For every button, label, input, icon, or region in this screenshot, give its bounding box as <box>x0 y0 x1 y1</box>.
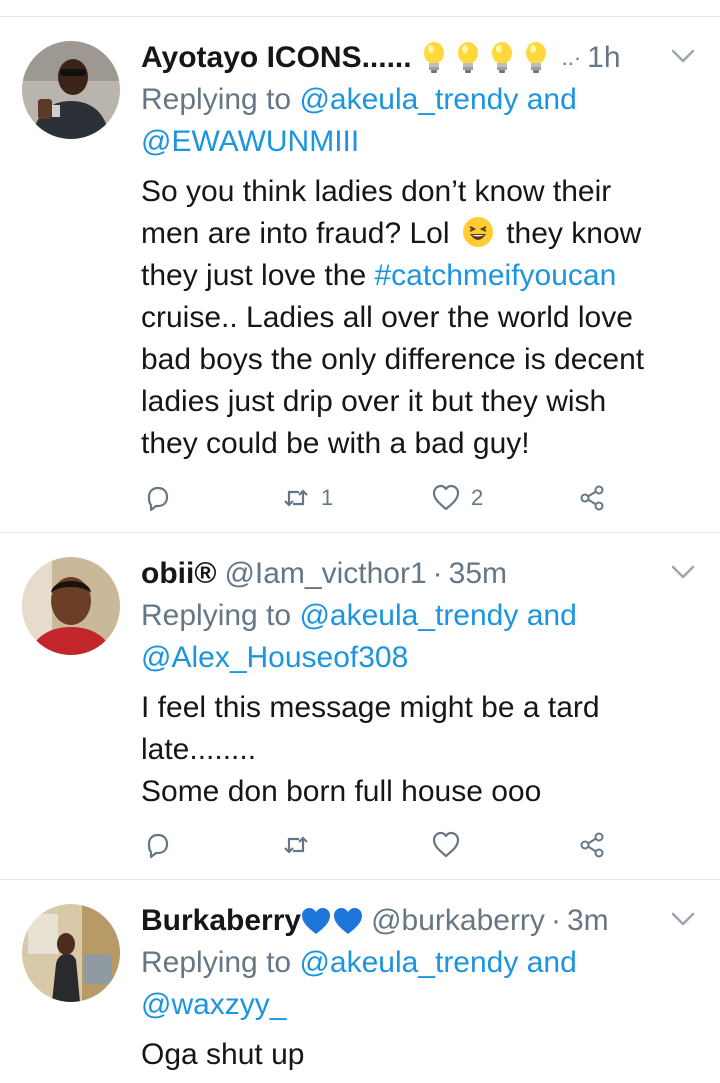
like-button[interactable] <box>431 825 461 865</box>
lightbulb-emoji-group <box>412 41 548 75</box>
timestamp[interactable]: 1h <box>587 38 620 78</box>
like-button[interactable]: 2 <box>431 478 483 518</box>
retweet-icon <box>284 836 308 854</box>
reply-user-link[interactable]: @waxzyy_ <box>141 988 287 1021</box>
tweet[interactable]: obii® @Iam_victhor1 · 35m Replying to @a… <box>0 533 720 880</box>
reply-prefix: Replying to <box>141 83 292 116</box>
text-fragment: they just love the <box>141 259 367 292</box>
avatar[interactable] <box>22 41 120 139</box>
reply-and-link[interactable]: and <box>527 83 577 116</box>
reply-and-link[interactable]: and <box>527 599 577 632</box>
reply-context: Replying to @akeula_trendy and @Alex_Hou… <box>141 595 690 679</box>
text-line: cruise.. Ladies all over the world love <box>141 301 633 334</box>
text-line: Some don born full house ooo <box>141 775 542 808</box>
text-line: they just love the #catchmeifyoucan <box>141 255 690 297</box>
share-icon <box>580 485 604 511</box>
text-line: ladies just drip over it but they wish <box>141 385 607 418</box>
share-button[interactable] <box>577 825 607 865</box>
text-line: men are into fraud? Lol they know <box>141 213 690 255</box>
like-icon <box>432 484 460 511</box>
lightbulb-emoji <box>525 42 546 73</box>
text-line: bad boys the only difference is decent <box>141 343 645 376</box>
reply-prefix: Replying to <box>141 599 292 632</box>
text-fragment: men are into fraud? Lol <box>141 217 450 250</box>
lightbulb-emoji <box>491 42 512 73</box>
chevron-down-icon[interactable] <box>670 47 696 65</box>
reply-button[interactable] <box>143 478 173 518</box>
separator-dot: · <box>432 557 443 590</box>
text-line: late........ <box>141 733 257 766</box>
text-line: Oga shut up <box>141 1038 305 1071</box>
separator-dot: · <box>550 904 561 937</box>
tweet-text: Oga shut up <box>141 1034 690 1076</box>
timestamp[interactable]: 35m <box>449 554 507 594</box>
timestamp[interactable]: 3m <box>567 901 609 941</box>
reply-button[interactable] <box>143 825 173 865</box>
reply-prefix: Replying to <box>141 946 292 979</box>
text-fragment: they know <box>506 217 642 250</box>
chevron-down-icon[interactable] <box>670 563 696 581</box>
display-name[interactable]: obii® <box>141 554 216 594</box>
laughing-emoji <box>462 217 493 247</box>
action-bar <box>141 825 621 865</box>
share-icon <box>580 832 604 858</box>
hashtag-link[interactable]: #catchmeifyoucan <box>374 259 616 292</box>
tweet[interactable]: Burkaberry @burkaberry · 3m Replying to … <box>0 880 720 1083</box>
tweet-text: So you think ladies don’t know their men… <box>141 171 690 465</box>
reply-user-link[interactable]: @Alex_Houseof308 <box>141 641 408 674</box>
reply-user-link[interactable]: @akeula_trendy <box>299 83 518 116</box>
display-name[interactable]: Ayotayo ICONS...... <box>141 38 412 78</box>
reply-and-link[interactable]: and <box>527 946 577 979</box>
lightbulb-emoji <box>457 42 478 73</box>
reply-context: Replying to @akeula_trendy and @waxzyy_ <box>141 942 690 1026</box>
lightbulb-emoji <box>423 42 444 73</box>
reply-icon <box>147 833 169 859</box>
chevron-down-icon[interactable] <box>670 910 696 928</box>
overflow-mark: ..· <box>561 45 582 70</box>
retweet-button[interactable] <box>281 825 311 865</box>
tweet[interactable]: Ayotayo ICONS...... ..· 1h Replying to @… <box>0 16 720 533</box>
reply-user-link[interactable]: @EWAWUNMIII <box>141 125 359 158</box>
display-name[interactable]: Burkaberry <box>141 901 301 941</box>
like-count: 2 <box>471 485 484 510</box>
avatar[interactable] <box>22 557 120 655</box>
user-handle[interactable]: @burkaberry <box>371 901 545 941</box>
text-line: they could be with a bad guy! <box>141 427 530 460</box>
reply-user-link[interactable]: @akeula_trendy <box>299 599 518 632</box>
text-line: So you think ladies don’t know their <box>141 175 612 208</box>
action-bar: 1 2 <box>141 478 621 518</box>
tweet-text: I feel this message might be a tard late… <box>141 687 690 813</box>
share-button[interactable] <box>577 478 607 518</box>
text-line: I feel this message might be a tard <box>141 691 600 724</box>
reply-icon <box>147 486 169 512</box>
user-handle[interactable]: @Iam_victhor1 <box>224 554 426 594</box>
reply-user-link[interactable]: @akeula_trendy <box>299 946 518 979</box>
like-icon <box>432 831 460 858</box>
blue-heart-emoji <box>302 908 331 934</box>
blue-heart-emoji <box>334 908 363 934</box>
retweet-count: 1 <box>321 485 334 510</box>
retweet-icon <box>284 489 308 507</box>
avatar[interactable] <box>22 904 120 1002</box>
reply-context: Replying to @akeula_trendy and @EWAWUNMI… <box>141 79 690 163</box>
retweet-button[interactable]: 1 <box>281 478 333 518</box>
